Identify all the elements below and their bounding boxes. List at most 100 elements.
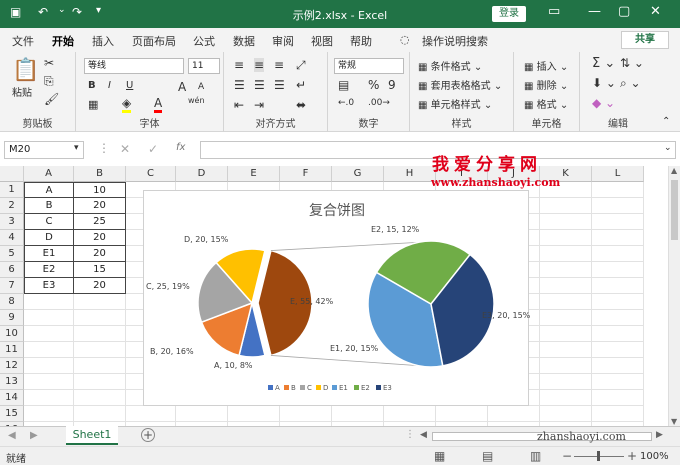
- legend-swatch-c[interactable]: [300, 385, 305, 390]
- align-right-icon[interactable]: ☰: [274, 78, 285, 92]
- align-middle-icon[interactable]: ≡: [254, 58, 265, 72]
- add-sheet-button[interactable]: +: [141, 428, 155, 442]
- combo-pie-chart[interactable]: 复合饼图 D, 20, 15% C, 25, 19% B, 20, 16% A, 10…: [143, 190, 531, 406]
- maximize-icon[interactable]: ▢: [618, 4, 630, 19]
- column-header-d[interactable]: D: [176, 166, 228, 182]
- column-header-c[interactable]: C: [126, 166, 176, 182]
- cell[interactable]: [540, 374, 592, 390]
- cell[interactable]: [540, 278, 592, 294]
- column-header-h[interactable]: H: [384, 166, 436, 182]
- cell[interactable]: [540, 406, 592, 422]
- cell[interactable]: [592, 246, 644, 262]
- sort-filter-icon[interactable]: ⇅ ⌄: [620, 56, 644, 70]
- cell[interactable]: 10: [74, 182, 126, 198]
- login-button[interactable]: 登录: [492, 6, 526, 22]
- number-format-select[interactable]: 常规: [334, 58, 404, 74]
- shrink-font-button[interactable]: A: [198, 82, 204, 92]
- legend-swatch-a[interactable]: [268, 385, 273, 390]
- font-name-select[interactable]: 等线: [84, 58, 184, 74]
- align-top-icon[interactable]: ≡: [234, 58, 244, 72]
- percent-button[interactable]: %: [368, 78, 379, 92]
- scroll-right-icon[interactable]: ▶: [30, 430, 38, 441]
- cell[interactable]: [540, 246, 592, 262]
- find-select-icon[interactable]: ⌕ ⌄: [620, 76, 641, 91]
- cell[interactable]: [540, 342, 592, 358]
- font-size-select[interactable]: 11: [188, 58, 220, 74]
- vscroll-down-icon[interactable]: ▼: [671, 417, 677, 426]
- name-box-dropdown-icon[interactable]: ▾: [74, 143, 79, 153]
- enter-icon[interactable]: ✓: [148, 142, 158, 156]
- tab-home[interactable]: 开始: [52, 33, 74, 54]
- legend-swatch-d[interactable]: [316, 385, 321, 390]
- cell[interactable]: [592, 406, 644, 422]
- cell[interactable]: A: [24, 182, 74, 198]
- clear-icon[interactable]: ◆ ⌄: [592, 96, 615, 110]
- row-header-10[interactable]: 10: [0, 326, 24, 342]
- column-header-e[interactable]: E: [228, 166, 280, 182]
- ribbon-display-icon[interactable]: ▭: [548, 4, 560, 19]
- cell[interactable]: [332, 406, 384, 422]
- cell[interactable]: [540, 214, 592, 230]
- row-header-11[interactable]: 11: [0, 342, 24, 358]
- cell[interactable]: 15: [74, 262, 126, 278]
- cell[interactable]: [592, 198, 644, 214]
- legend-swatch-e1[interactable]: [332, 385, 337, 390]
- cancel-icon[interactable]: ✕: [120, 142, 130, 156]
- cell[interactable]: [74, 390, 126, 406]
- border-icon[interactable]: ▦: [88, 98, 98, 111]
- cell[interactable]: [74, 326, 126, 342]
- format-as-table-button[interactable]: ▦ 套用表格格式 ⌄: [418, 77, 502, 92]
- tab-help[interactable]: 帮助: [350, 33, 372, 49]
- sheet-splitter-icon[interactable]: ⋮: [405, 429, 415, 440]
- fill-icon[interactable]: ⬇ ⌄: [592, 76, 616, 90]
- cell[interactable]: [592, 214, 644, 230]
- tab-file[interactable]: 文件: [12, 33, 34, 49]
- fill-color-icon[interactable]: ◈: [122, 96, 132, 113]
- row-header-3[interactable]: 3: [0, 214, 24, 230]
- cell[interactable]: [540, 262, 592, 278]
- row-header-9[interactable]: 9: [0, 310, 24, 326]
- scroll-left-icon[interactable]: ◀: [8, 430, 16, 441]
- row-header-12[interactable]: 12: [0, 358, 24, 374]
- conditional-format-button[interactable]: ▦ 条件格式 ⌄: [418, 58, 482, 73]
- cell[interactable]: E3: [24, 278, 74, 294]
- page-break-view-icon[interactable]: ▥: [530, 449, 541, 463]
- cell[interactable]: [592, 310, 644, 326]
- zoom-level[interactable]: 100%: [640, 451, 669, 462]
- increase-indent-icon[interactable]: ⇥: [254, 98, 264, 112]
- share-button[interactable]: 共享: [621, 31, 669, 49]
- cell[interactable]: [74, 310, 126, 326]
- cell[interactable]: [592, 390, 644, 406]
- column-header-g[interactable]: G: [332, 166, 384, 182]
- cell[interactable]: [540, 358, 592, 374]
- cell[interactable]: [592, 326, 644, 342]
- phonetic-icon[interactable]: wén: [188, 96, 205, 105]
- cell[interactable]: C: [24, 214, 74, 230]
- cell[interactable]: [592, 278, 644, 294]
- expand-formula-icon[interactable]: ⌄: [664, 143, 672, 153]
- cell[interactable]: [384, 406, 436, 422]
- cell[interactable]: [592, 374, 644, 390]
- cell[interactable]: [24, 326, 74, 342]
- cell[interactable]: 20: [74, 246, 126, 262]
- row-header-13[interactable]: 13: [0, 374, 24, 390]
- cell[interactable]: 20: [74, 198, 126, 214]
- row-header-4[interactable]: 4: [0, 230, 24, 246]
- row-header-8[interactable]: 8: [0, 294, 24, 310]
- vscroll-thumb[interactable]: [671, 180, 678, 240]
- tab-formulas[interactable]: 公式: [193, 33, 215, 49]
- hscroll-right-icon[interactable]: ▶: [656, 430, 663, 440]
- row-header-1[interactable]: 1: [0, 182, 24, 198]
- cell[interactable]: [540, 326, 592, 342]
- cell-styles-button[interactable]: ▦ 单元格样式 ⌄: [418, 96, 492, 111]
- cut-icon[interactable]: ✂: [44, 56, 54, 70]
- format-painter-icon[interactable]: 🖌: [44, 92, 59, 106]
- cell[interactable]: [74, 406, 126, 422]
- underline-button[interactable]: U: [126, 80, 133, 91]
- vertical-scrollbar[interactable]: ▲ ▼: [668, 166, 680, 426]
- row-header-5[interactable]: 5: [0, 246, 24, 262]
- cell[interactable]: [592, 230, 644, 246]
- column-header-l[interactable]: L: [592, 166, 644, 182]
- paste-button[interactable]: 粘贴: [12, 84, 32, 99]
- cell[interactable]: [176, 406, 228, 422]
